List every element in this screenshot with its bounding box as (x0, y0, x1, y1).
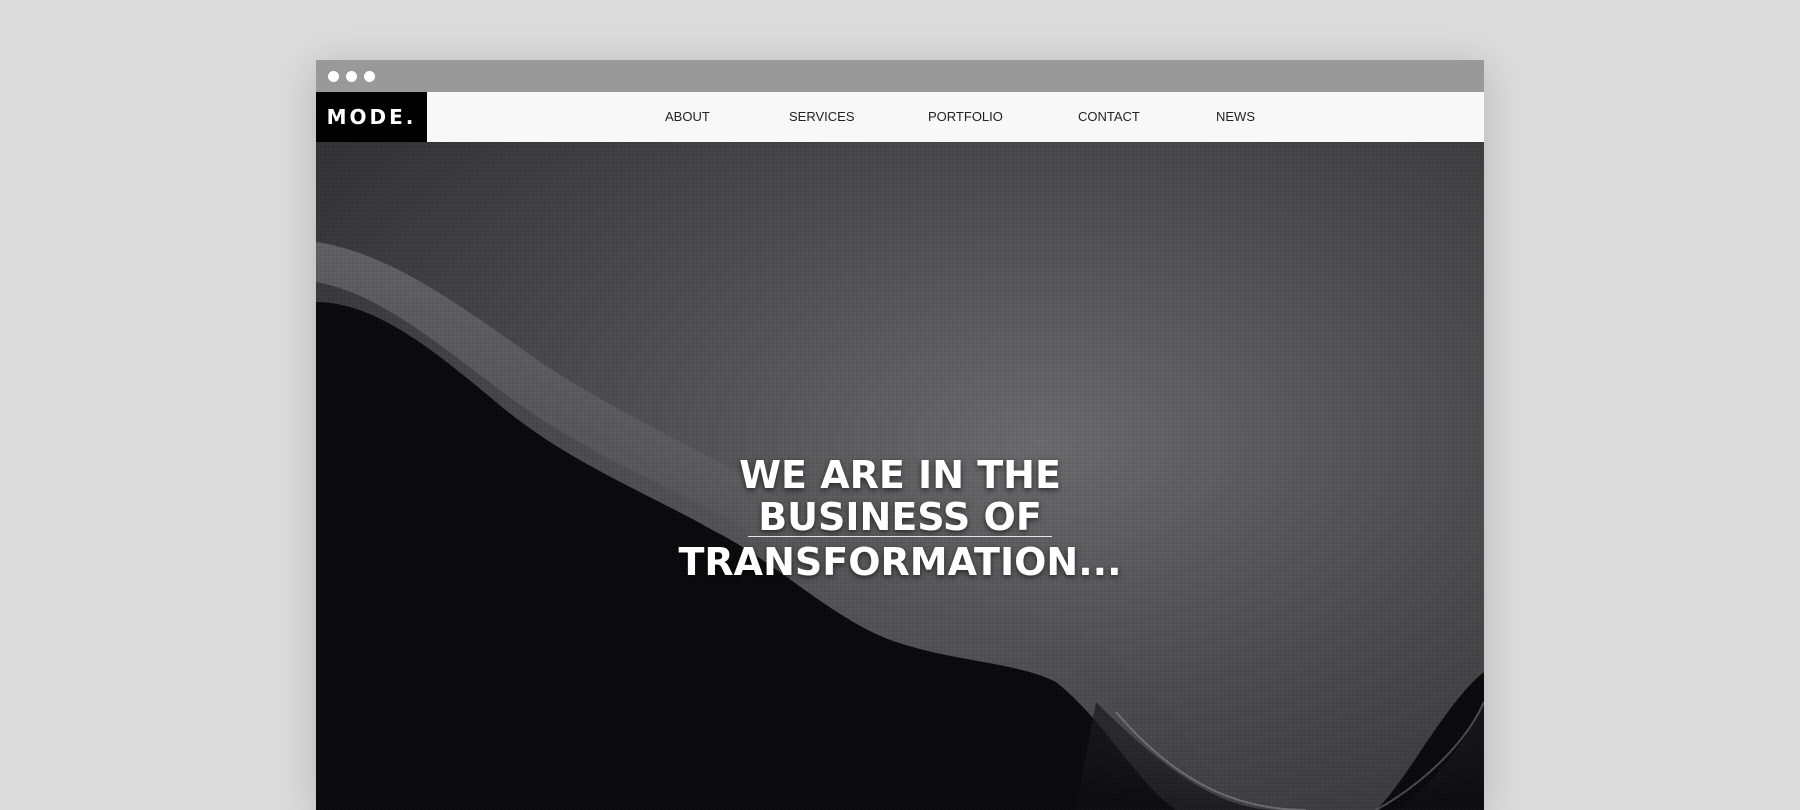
main-nav: ABOUT SERVICES PORTFOLIO CONTACT NEWS (316, 92, 1484, 142)
window-titlebar (316, 60, 1484, 92)
window-minimize-dot[interactable] (346, 70, 357, 82)
browser-window: MODE. ABOUT SERVICES PORTFOLIO CONTACT N… (316, 60, 1484, 810)
site-header: MODE. ABOUT SERVICES PORTFOLIO CONTACT N… (316, 92, 1484, 142)
headline-line-2: BUSINESS OF (748, 498, 1052, 537)
hero-headline: WE ARE IN THE BUSINESS OF TRANSFORMATION… (316, 454, 1484, 583)
nav-news[interactable]: NEWS (1216, 109, 1255, 124)
headline-line-1: WE ARE IN THE (739, 453, 1061, 497)
nav-portfolio[interactable]: PORTFOLIO (928, 109, 1003, 124)
site-logo[interactable]: MODE. (316, 92, 427, 142)
headline-line-3: TRANSFORMATION... (678, 540, 1122, 584)
nav-about[interactable]: ABOUT (665, 109, 710, 124)
hero-section: WE ARE IN THE BUSINESS OF TRANSFORMATION… (316, 142, 1484, 810)
nav-contact[interactable]: CONTACT (1078, 109, 1140, 124)
window-close-dot[interactable] (328, 70, 339, 82)
window-maximize-dot[interactable] (364, 70, 375, 82)
nav-services[interactable]: SERVICES (789, 109, 855, 124)
